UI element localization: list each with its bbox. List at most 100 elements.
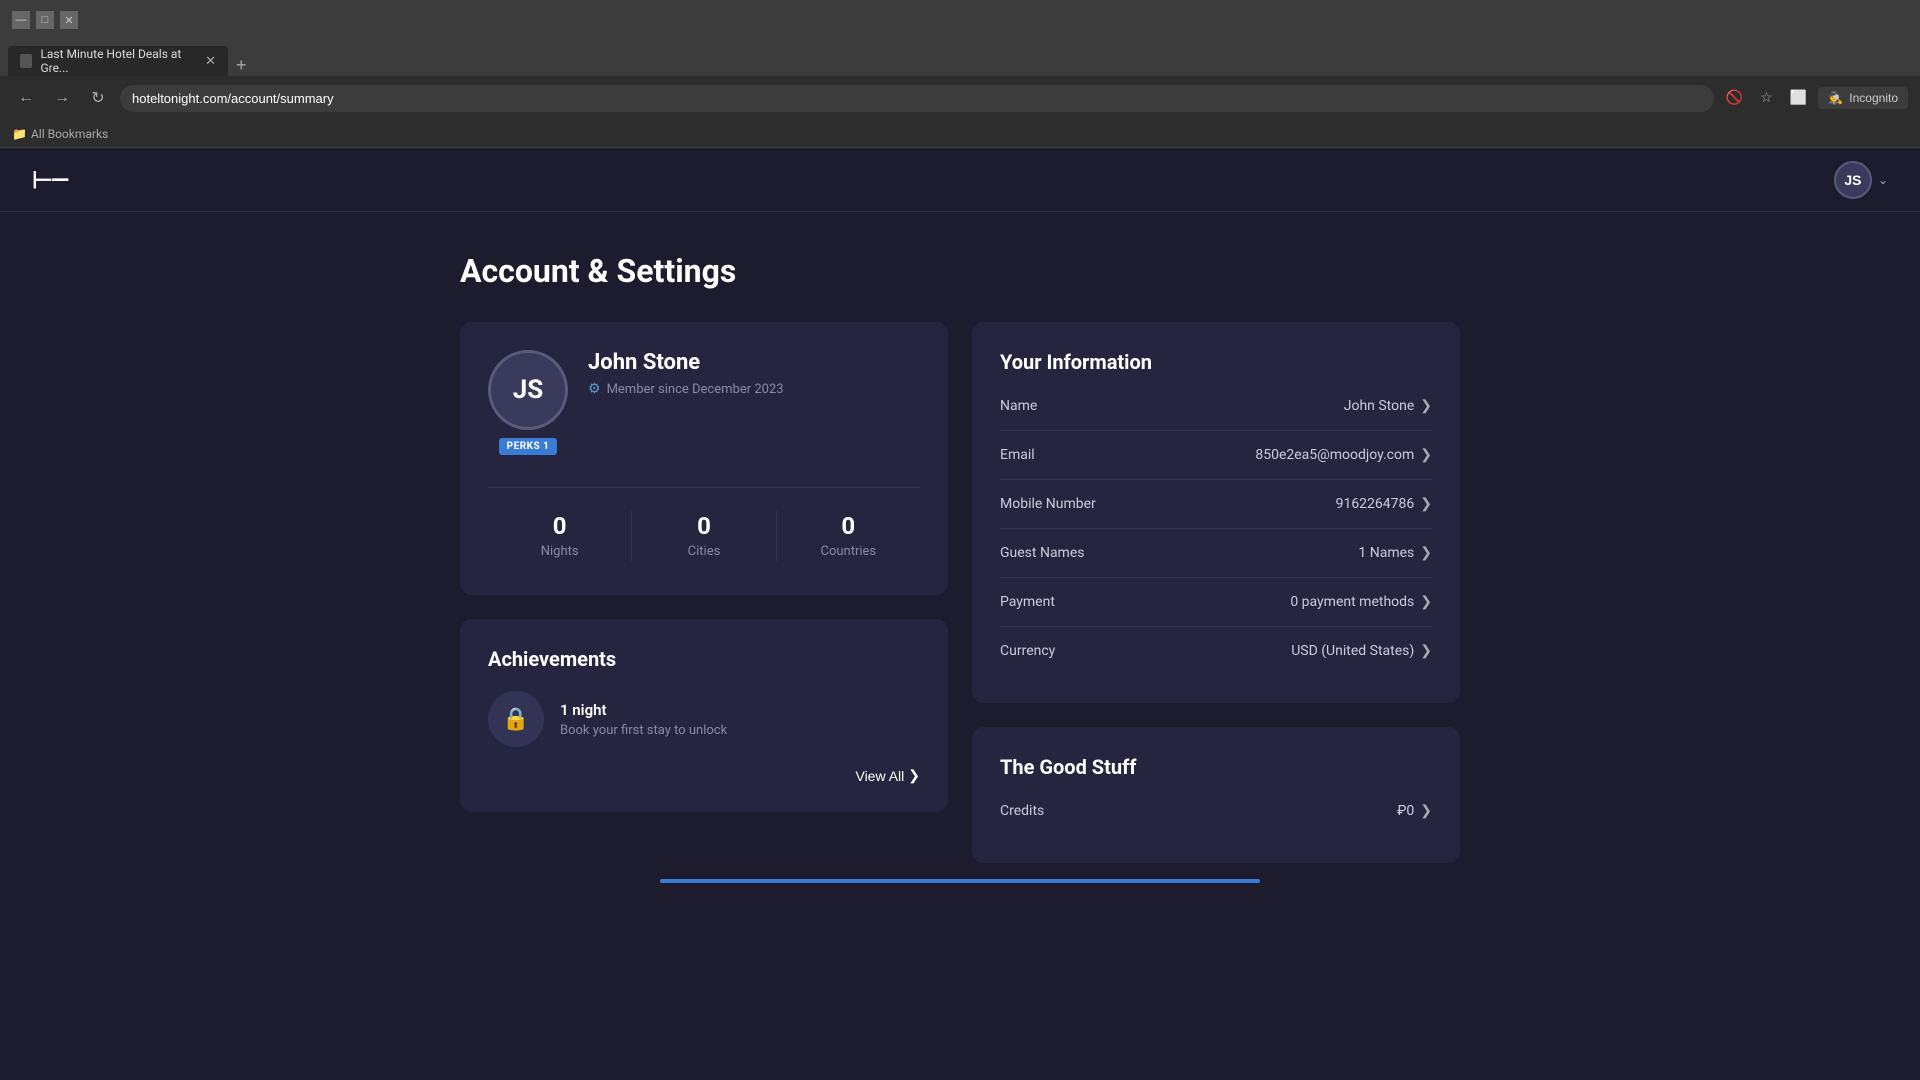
left-column: JS PERKS 1 John Stone ⚙ Member since Dec… <box>460 322 948 863</box>
guest-names-value: 1 Names <box>1358 545 1414 561</box>
chevron-down-icon: ⌄ <box>1878 173 1888 187</box>
device-icon[interactable]: ⬜ <box>1786 86 1810 110</box>
guest-names-label: Guest Names <box>1000 545 1085 561</box>
payment-row[interactable]: Payment 0 payment methods ❯ <box>1000 578 1432 627</box>
nights-number: 0 <box>496 512 623 540</box>
countries-number: 0 <box>785 512 912 540</box>
cities-stat: 0 Cities <box>632 504 775 567</box>
active-tab[interactable]: Last Minute Hotel Deals at Gre... ✕ <box>8 46 228 76</box>
header-avatar: JS <box>1834 161 1872 199</box>
payment-value: 0 payment methods <box>1290 594 1414 610</box>
profile-avatar-wrapper: JS PERKS 1 <box>488 350 568 455</box>
name-row[interactable]: Name John Stone ❯ <box>1000 382 1432 431</box>
content-grid: JS PERKS 1 John Stone ⚙ Member since Dec… <box>460 322 1460 863</box>
payment-chevron-icon: ❯ <box>1420 594 1432 610</box>
window-controls: — □ ✕ <box>12 11 78 29</box>
credits-chevron-icon: ❯ <box>1420 803 1432 819</box>
address-bar-row: ← → ↻ 🚫 ☆ ⬜ 🕵 Incognito <box>0 76 1920 120</box>
guest-names-row[interactable]: Guest Names 1 Names ❯ <box>1000 529 1432 578</box>
incognito-button[interactable]: 🕵 Incognito <box>1818 87 1908 109</box>
profile-avatar-initials: JS <box>513 375 544 405</box>
title-bar: — □ ✕ <box>0 0 1920 40</box>
tab-title: Last Minute Hotel Deals at Gre... <box>40 47 193 75</box>
camera-off-icon: 🚫 <box>1722 86 1746 110</box>
close-button[interactable]: ✕ <box>60 11 78 29</box>
your-information-title: Your Information <box>1000 350 1432 374</box>
profile-info: John Stone ⚙ Member since December 2023 <box>588 350 784 397</box>
maximize-button[interactable]: □ <box>36 11 54 29</box>
logo-icon: ⊢— <box>32 166 67 194</box>
currency-value: USD (United States) <box>1291 643 1414 659</box>
minimize-button[interactable]: — <box>12 11 30 29</box>
achievements-title: Achievements <box>488 647 920 671</box>
page-title: Account & Settings <box>460 252 1460 290</box>
guest-names-value-wrap: 1 Names ❯ <box>1358 545 1432 561</box>
incognito-icon: 🕵 <box>1828 91 1843 105</box>
logo: ⊢— <box>32 166 67 194</box>
mobile-label: Mobile Number <box>1000 496 1096 512</box>
profile-member-since: ⚙ Member since December 2023 <box>588 381 784 397</box>
credits-row[interactable]: Credits ₽0 ❯ <box>1000 787 1432 835</box>
mobile-value-wrap: 9162264786 ❯ <box>1336 496 1432 512</box>
verified-icon: ⚙ <box>588 381 601 397</box>
credits-value: ₽0 <box>1397 803 1414 819</box>
url-input[interactable] <box>120 85 1714 112</box>
bookmark-icon[interactable]: ☆ <box>1754 86 1778 110</box>
tab-close-icon[interactable]: ✕ <box>205 54 216 69</box>
achievement-name: 1 night <box>560 701 920 719</box>
profile-name: John Stone <box>588 350 784 375</box>
achievement-desc: Book your first stay to unlock <box>560 723 920 738</box>
currency-label: Currency <box>1000 643 1055 659</box>
mobile-chevron-icon: ❯ <box>1420 496 1432 512</box>
user-menu-button[interactable]: JS ⌄ <box>1834 161 1888 199</box>
guest-names-chevron-icon: ❯ <box>1420 545 1432 561</box>
header-avatar-initials: JS <box>1844 172 1861 188</box>
countries-label: Countries <box>785 544 912 559</box>
good-stuff-title: The Good Stuff <box>1000 755 1432 779</box>
profile-avatar: JS <box>488 350 568 430</box>
email-row[interactable]: Email 850e2ea5@moodjoy.com ❯ <box>1000 431 1432 480</box>
main-content: Account & Settings JS PERKS 1 John S <box>260 212 1660 923</box>
profile-card: JS PERKS 1 John Stone ⚙ Member since Dec… <box>460 322 948 595</box>
achievement-info: 1 night Book your first stay to unlock <box>560 701 920 738</box>
bookmarks-folder-icon: 📁 <box>12 127 27 141</box>
email-label: Email <box>1000 447 1035 463</box>
currency-row[interactable]: Currency USD (United States) ❯ <box>1000 627 1432 675</box>
tab-favicon <box>20 54 32 68</box>
nights-label: Nights <box>496 544 623 559</box>
perks-badge: PERKS 1 <box>499 438 558 455</box>
mobile-row[interactable]: Mobile Number 9162264786 ❯ <box>1000 480 1432 529</box>
name-value-wrap: John Stone ❯ <box>1344 398 1432 414</box>
profile-header: JS PERKS 1 John Stone ⚙ Member since Dec… <box>488 350 920 455</box>
mobile-value: 9162264786 <box>1336 496 1415 512</box>
new-tab-button[interactable]: + <box>228 55 255 76</box>
forward-button[interactable]: → <box>48 84 76 112</box>
incognito-label: Incognito <box>1849 91 1898 105</box>
view-all-button[interactable]: View All ❯ <box>488 767 920 784</box>
view-all-chevron: ❯ <box>908 767 920 784</box>
credits-value-wrap: ₽0 ❯ <box>1397 803 1432 819</box>
email-value-wrap: 850e2ea5@moodjoy.com ❯ <box>1255 447 1432 463</box>
name-label: Name <box>1000 398 1037 414</box>
scroll-indicator <box>660 879 1260 883</box>
lock-icon: 🔒 <box>502 707 529 732</box>
bookmarks-bar: 📁 All Bookmarks <box>0 120 1920 148</box>
cities-label: Cities <box>640 544 767 559</box>
payment-value-wrap: 0 payment methods ❯ <box>1290 594 1432 610</box>
browser-chrome: — □ ✕ Last Minute Hotel Deals at Gre... … <box>0 0 1920 148</box>
good-stuff-card: The Good Stuff Credits ₽0 ❯ <box>972 727 1460 863</box>
reload-button[interactable]: ↻ <box>84 84 112 112</box>
payment-label: Payment <box>1000 594 1055 610</box>
credits-label: Credits <box>1000 803 1044 819</box>
name-value: John Stone <box>1344 398 1415 414</box>
stats-row: 0 Nights 0 Cities 0 Countries <box>488 487 920 567</box>
bookmarks-label: All Bookmarks <box>31 127 108 141</box>
app-header: ⊢— JS ⌄ <box>0 148 1920 212</box>
nights-stat: 0 Nights <box>488 504 631 567</box>
right-column: Your Information Name John Stone ❯ Email… <box>972 322 1460 863</box>
back-button[interactable]: ← <box>12 84 40 112</box>
your-information-card: Your Information Name John Stone ❯ Email… <box>972 322 1460 703</box>
member-since-text: Member since December 2023 <box>607 382 784 397</box>
countries-stat: 0 Countries <box>777 504 920 567</box>
achievement-lock-icon: 🔒 <box>488 691 544 747</box>
